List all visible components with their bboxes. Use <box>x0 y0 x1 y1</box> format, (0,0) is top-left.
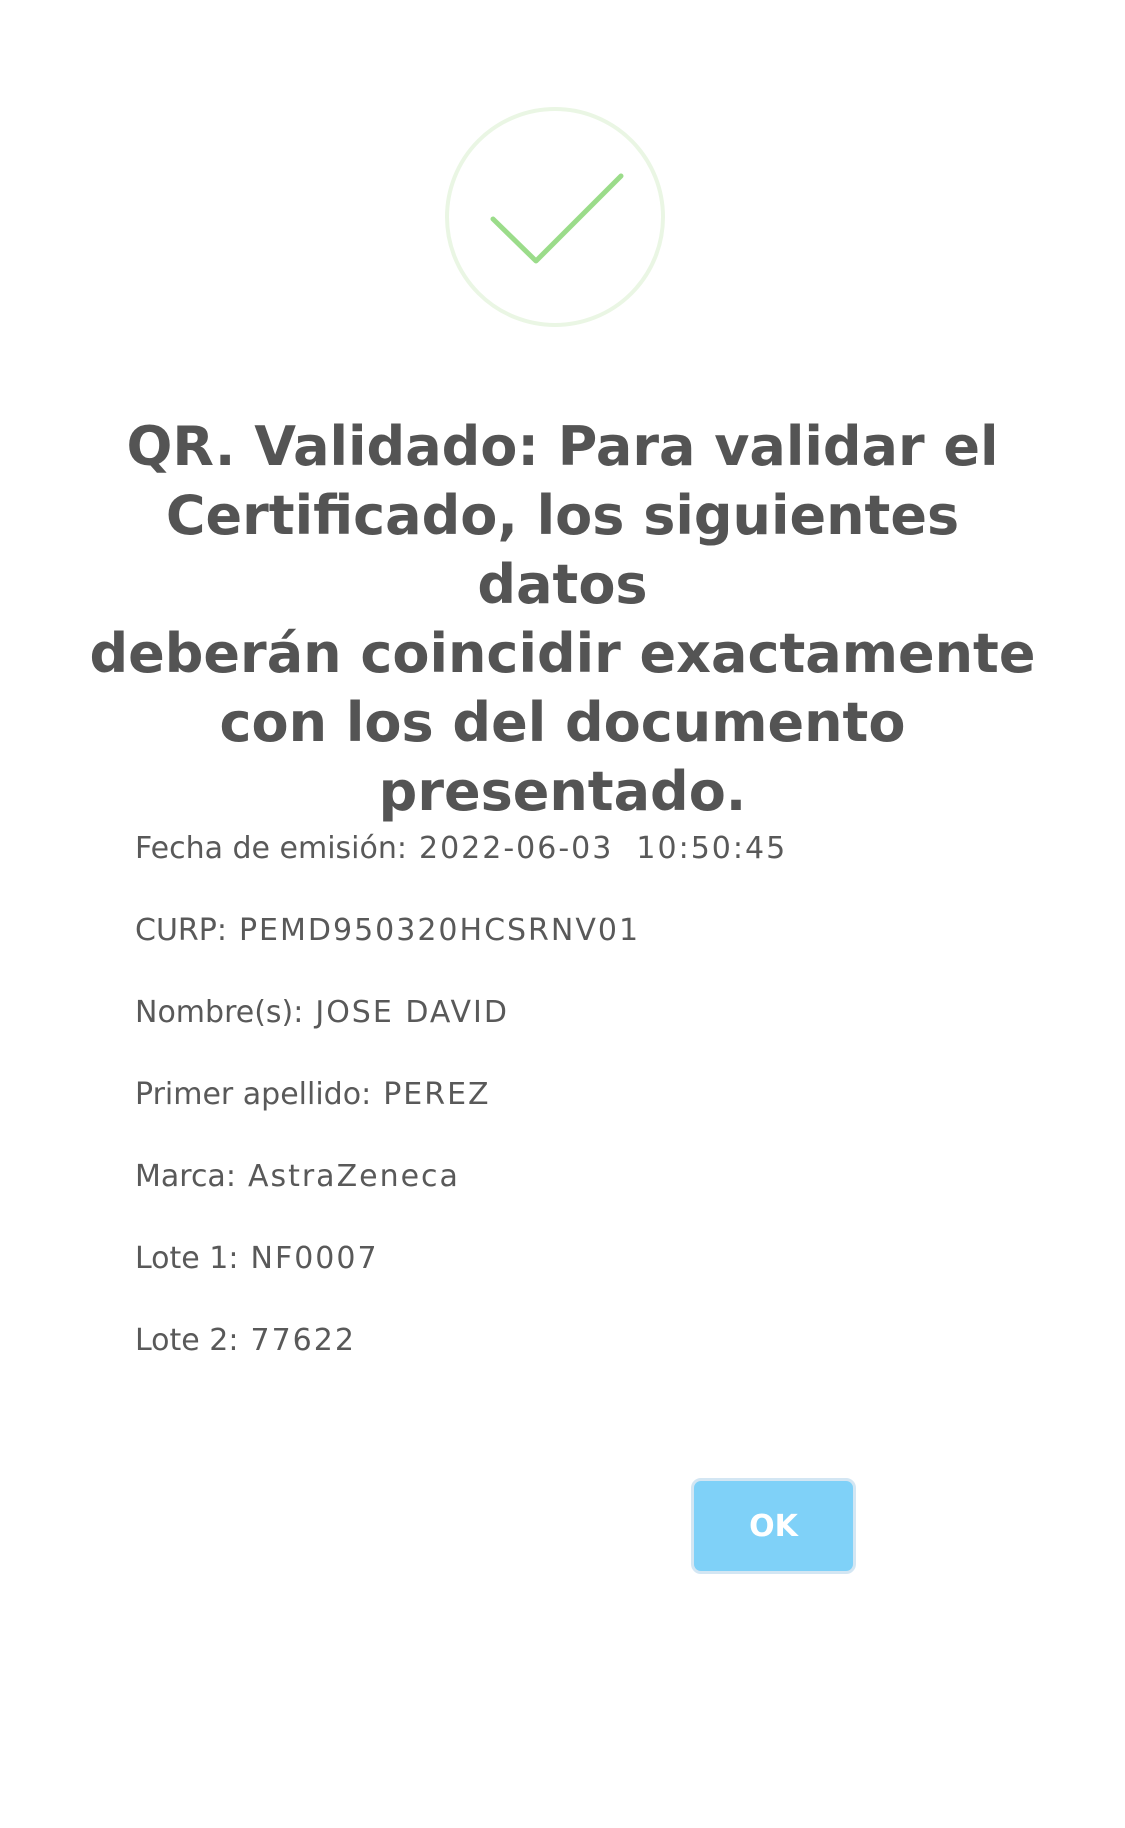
success-checkmark-icon <box>445 107 665 327</box>
dialog-title: QR. Validado: Para validar el Certificad… <box>75 412 1050 826</box>
detail-label: Marca: <box>135 1159 236 1194</box>
detail-value: NF0007 <box>250 1241 379 1276</box>
certificate-details: Fecha de emisión: 2022-06-03 10:50:45 CUR… <box>135 826 1035 1400</box>
title-line: QR. Validado: Para validar el <box>126 415 999 478</box>
detail-label: CURP: <box>135 913 227 948</box>
title-line: presentado. <box>378 760 747 823</box>
detail-value: 77622 <box>250 1323 356 1358</box>
detail-value: PEREZ <box>383 1077 491 1112</box>
detail-nombre: Nombre(s): JOSE DAVID <box>135 990 1035 1072</box>
ok-button[interactable]: OK <box>691 1478 856 1574</box>
detail-marca: Marca: AstraZeneca <box>135 1154 1035 1236</box>
detail-label: Fecha de emisión: <box>135 831 407 866</box>
title-line: con los del documento <box>219 691 906 754</box>
detail-fecha-emision: Fecha de emisión: 2022-06-03 10:50:45 <box>135 826 1035 908</box>
detail-value: 2022-06-03 10:50:45 <box>419 831 788 866</box>
detail-label: Lote 1: <box>135 1241 239 1276</box>
title-line: Certificado, los siguientes datos <box>165 484 960 616</box>
detail-value: AstraZeneca <box>247 1159 460 1194</box>
detail-lote-1: Lote 1: NF0007 <box>135 1236 1035 1318</box>
detail-primer-apellido: Primer apellido: PEREZ <box>135 1072 1035 1154</box>
title-line: deberán coincidir exactamente <box>89 622 1036 685</box>
validation-dialog: QR. Validado: Para validar el Certificad… <box>0 0 1125 1828</box>
detail-curp: CURP: PEMD950320HCSRNV01 <box>135 908 1035 990</box>
detail-lote-2: Lote 2: 77622 <box>135 1318 1035 1400</box>
detail-value: JOSE DAVID <box>315 995 509 1030</box>
detail-value: PEMD950320HCSRNV01 <box>238 913 641 948</box>
detail-label: Lote 2: <box>135 1323 239 1358</box>
detail-label: Primer apellido: <box>135 1077 372 1112</box>
ok-button-label: OK <box>697 1484 850 1568</box>
detail-label: Nombre(s): <box>135 995 304 1030</box>
